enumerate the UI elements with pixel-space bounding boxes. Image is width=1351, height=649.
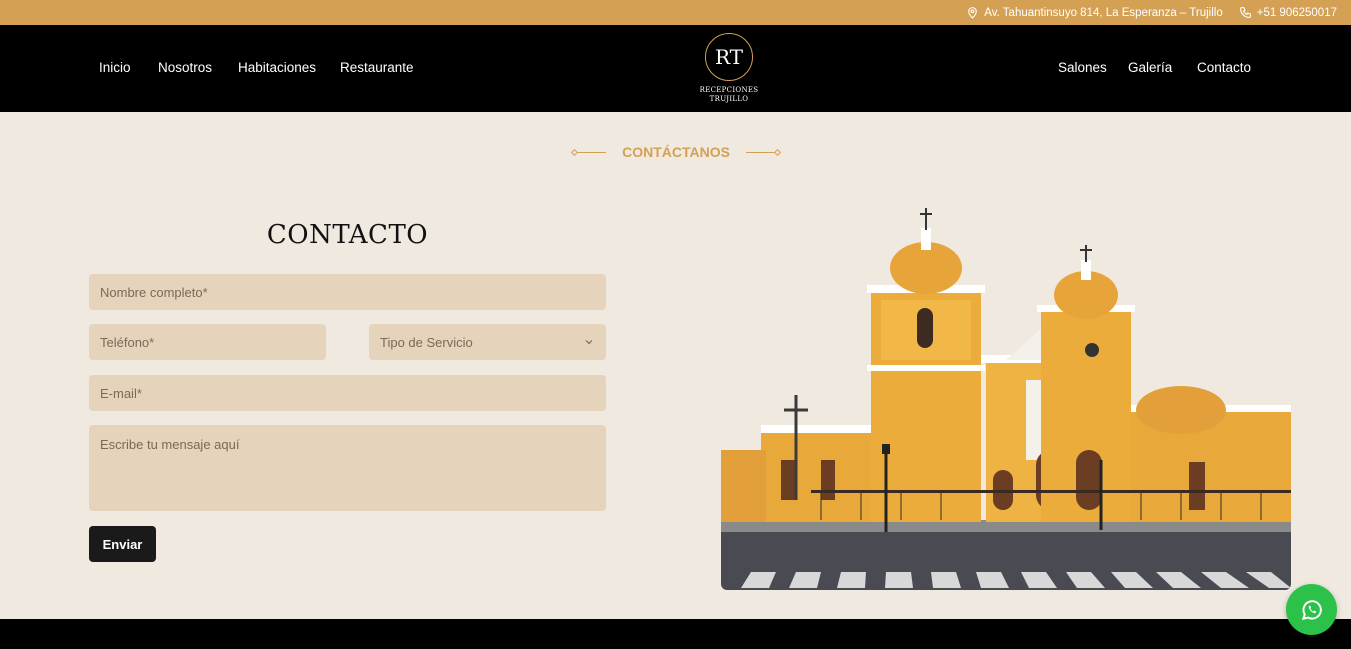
phone-item[interactable]: +51 906250017 [1239, 6, 1337, 19]
message-textarea[interactable]: Escribe tu mensaje aquí [89, 425, 606, 511]
nav-restaurante[interactable]: Restaurante [340, 60, 414, 75]
phone-text[interactable]: +51 906250017 [1257, 7, 1337, 19]
nav-nosotros[interactable]: Nosotros [158, 60, 212, 75]
service-select-value: Tipo de Servicio [380, 334, 473, 350]
name-field[interactable]: Nombre completo* [89, 274, 606, 310]
chevron-down-icon [585, 340, 593, 345]
page-title: CONTACTO [266, 220, 429, 250]
nav-inicio[interactable]: Inicio [99, 60, 131, 75]
cathedral-illustration [721, 200, 1291, 590]
whatsapp-icon [1301, 599, 1322, 620]
nav-salones[interactable]: Salones [1058, 60, 1107, 75]
address-text: Av. Tahuantinsuyo 814, La Esperanza – Tr… [984, 6, 1223, 19]
phone-icon [1239, 7, 1251, 18]
email-field[interactable]: E-mail* [89, 375, 606, 411]
nav-contacto[interactable]: Contacto [1197, 60, 1251, 75]
phone-field[interactable]: Teléfono* [89, 324, 326, 360]
logo-line-1: RECEPCIONES [699, 86, 759, 94]
cathedral-image [721, 200, 1291, 590]
eyebrow-left-ornament [570, 148, 606, 156]
whatsapp-button[interactable] [1286, 584, 1337, 635]
logo-line-2: TRUJILLO [709, 95, 749, 103]
submit-button[interactable]: Enviar [89, 526, 156, 562]
service-select[interactable]: Tipo de Servicio [369, 324, 606, 360]
eyebrow-text: CONTÁCTANOS [622, 144, 730, 160]
section-eyebrow: CONTÁCTANOS [570, 142, 782, 162]
footer [0, 619, 1351, 649]
location-icon [968, 7, 978, 19]
nav-habitaciones[interactable]: Habitaciones [238, 60, 316, 75]
eyebrow-right-ornament [746, 148, 782, 156]
site-logo[interactable]: RT RECEPCIONES TRUJILLO [698, 33, 760, 105]
logo-monogram: RT [705, 33, 753, 81]
address-item: Av. Tahuantinsuyo 814, La Esperanza – Tr… [966, 6, 1223, 19]
main-nav: Inicio Nosotros Habitaciones Restaurante… [0, 25, 1351, 112]
top-info-bar: Av. Tahuantinsuyo 814, La Esperanza – Tr… [0, 0, 1351, 25]
nav-galeria[interactable]: Galería [1128, 60, 1172, 75]
logo-text: RECEPCIONES TRUJILLO [698, 86, 760, 104]
